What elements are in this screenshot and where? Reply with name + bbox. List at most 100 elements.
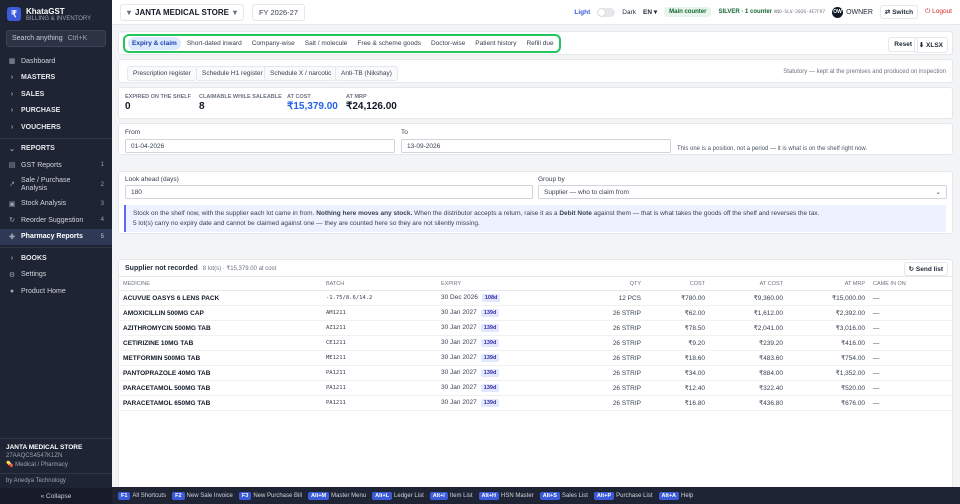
language-select[interactable]: EN ▾: [643, 8, 657, 16]
table-row[interactable]: AMOXICILLIN 500MG CAP AM1211 30 Jan 2027 13…: [119, 305, 952, 321]
logout-button[interactable]: ⏻ Logout: [925, 8, 952, 16]
table-row[interactable]: AZITHROMYCIN 500MG TAB AZ1211 30 Jan 2027 1…: [119, 320, 952, 336]
col-at-cost[interactable]: AT COST: [709, 276, 787, 291]
sidebar-item-settings[interactable]: ⚙ Settings: [0, 267, 112, 284]
chevron-right-icon: ›: [10, 90, 14, 98]
table-row[interactable]: CETIRIZINE 10MG TAB CE1211 30 Jan 2027 139d…: [119, 335, 952, 351]
shortcut-item[interactable]: Alt+M Master Menu: [308, 491, 366, 500]
table-row[interactable]: PANTOPRAZOLE 40MG TAB PA1211 30 Jan 2027 13…: [119, 365, 952, 381]
sidebar-item-reorder-suggestion[interactable]: ↻ Reorder Suggestion 4: [0, 212, 112, 229]
tab-salt-molecule[interactable]: Salt / molecule: [301, 37, 352, 50]
avatar: OW: [832, 6, 844, 18]
search-placeholder: Search anything: [12, 35, 63, 42]
sidebar-section-sales[interactable]: › SALES: [0, 86, 112, 103]
sidebar-item-pharmacy-reports[interactable]: ✚ Pharmacy Reports 5: [0, 228, 112, 245]
col-qty[interactable]: QTY: [537, 276, 645, 291]
table-row[interactable]: PARACETAMOL 500MG TAB PA1211 30 Jan 2027 13…: [119, 380, 952, 396]
col-at-mrp[interactable]: AT MRP: [787, 276, 869, 291]
batch-cell: CE1211: [322, 335, 437, 351]
cost-cell: ₹9.20: [645, 335, 709, 351]
group-summary: 8 lot(s) · ₹15,379.00 at cost: [202, 265, 277, 272]
to-date-input[interactable]: 13-09-2026: [401, 139, 671, 153]
tab-doctor-wise[interactable]: Doctor-wise: [427, 37, 469, 50]
sidebar-section-vouchers[interactable]: › VOUCHERS: [0, 119, 112, 136]
table-row[interactable]: ACUVUE OASYS 6 LENS PACK -1.75/8.6/14.2 30…: [119, 290, 952, 306]
shortcut-item[interactable]: Alt+P Purchase List: [593, 491, 653, 500]
came-in-cell: —: [869, 365, 952, 381]
sidebar-section-purchase[interactable]: › PURCHASE: [0, 103, 112, 120]
shortcut-key: Alt+M: [308, 491, 330, 500]
col-cost[interactable]: COST: [645, 276, 709, 291]
medicine-cell: PANTOPRAZOLE 40MG TAB: [119, 365, 322, 381]
tab-short-dated-inward[interactable]: Short-dated inward: [183, 37, 246, 50]
search-shortcut: Ctrl+K: [67, 35, 88, 42]
cost-cell: ₹18.60: [645, 350, 709, 366]
store-type-label: Medical / Pharmacy: [15, 462, 68, 468]
sidebar-item-gst-reports[interactable]: ▤ GST Reports 1: [0, 157, 112, 174]
registers-note: Statutory — kept at the premises and pro…: [783, 69, 946, 75]
tab-patient-history[interactable]: Patient history: [471, 37, 520, 50]
user-menu[interactable]: OW OWNER: [832, 6, 873, 18]
info-text: When the distributor accepts a return, r…: [414, 210, 558, 217]
theme-toggle[interactable]: [597, 7, 616, 17]
sidebar-item-sale-purchase-analysis[interactable]: ↗ Sale / Purchase Analysis 2: [0, 174, 112, 196]
col-batch[interactable]: BATCH: [322, 276, 437, 291]
box-icon: ▣: [8, 200, 16, 208]
store-selector[interactable]: ▾ JANTA MEDICAL STORE ▾: [120, 3, 244, 21]
shortcut-item[interactable]: F3 New Purchase Bill: [238, 491, 302, 500]
shortcut-item[interactable]: Alt+L Ledger List: [372, 491, 424, 500]
at-mrp-cell: ₹1,352.00: [787, 365, 869, 381]
lookahead-input[interactable]: 180: [125, 185, 533, 199]
col-expiry[interactable]: EXPIRY: [437, 276, 537, 291]
expiry-cell: 30 Jan 2027 139d: [437, 365, 537, 381]
shortcut-key: Alt+S: [539, 491, 560, 500]
switch-button[interactable]: ⇄ Switch: [879, 5, 919, 19]
sidebar-section-masters[interactable]: › MASTERS: [0, 70, 112, 87]
sidebar-section-books[interactable]: › BOOKS: [0, 250, 112, 267]
col-came-in-on[interactable]: CAME IN ON: [869, 276, 952, 291]
group-by-select[interactable]: Supplier — who to claim from ⌄: [538, 185, 947, 199]
table-row[interactable]: METFORMIN 500MG TAB ME1211 30 Jan 2027 139d…: [119, 350, 952, 366]
cost-cell: ₹16.80: [645, 395, 709, 411]
search-input[interactable]: Search anything Ctrl+K: [6, 30, 106, 47]
language-label: EN: [643, 9, 653, 16]
register-prescription[interactable]: Prescription register: [127, 66, 197, 81]
tab-company-wise[interactable]: Company-wise: [248, 37, 299, 50]
expiry-date: 30 Jan 2027: [441, 309, 477, 316]
tab-free-scheme-goods[interactable]: Free & scheme goods: [353, 37, 425, 50]
info-text-bold: Nothing here moves any stock.: [316, 210, 413, 217]
register-schedule-x[interactable]: Schedule X / narcotic: [264, 66, 338, 81]
shortcut-item[interactable]: F2 New Sale Invoice: [172, 491, 233, 500]
expiry-date: 30 Jan 2027: [441, 384, 477, 391]
fy-selector[interactable]: FY 2026-27: [251, 3, 306, 21]
register-anti-tb[interactable]: Anti-TB (Nikshay): [335, 66, 398, 81]
sidebar-section-reports[interactable]: ⌄ REPORTS: [0, 141, 112, 158]
sidebar-item-count: 5: [100, 233, 104, 240]
shortcut-item[interactable]: F1 All Shortcuts: [118, 491, 166, 500]
chevron-down-icon: ▾: [232, 7, 237, 17]
sidebar-item-label: VOUCHERS: [21, 123, 61, 131]
collapse-button[interactable]: « Collapse: [0, 488, 112, 504]
tab-refill-due[interactable]: Refill due: [522, 37, 557, 50]
brand[interactable]: ₹ KhataGST BILLING & INVENTORY: [0, 0, 112, 28]
sidebar-item-dashboard[interactable]: ▦ Dashboard: [0, 53, 112, 70]
at-mrp-cell: ₹754.00: [787, 350, 869, 366]
send-list-button[interactable]: ↻ Send list: [903, 262, 948, 276]
qty-cell: 26 STRIP: [537, 350, 645, 366]
export-xlsx-button[interactable]: ⬇ XLSX: [913, 37, 948, 53]
register-schedule-h1[interactable]: Schedule H1 register: [196, 66, 269, 81]
shortcut-item[interactable]: Alt+S Sales List: [539, 491, 588, 500]
shortcut-key: F2: [172, 491, 185, 500]
from-date-input[interactable]: 01-04-2026: [125, 139, 395, 153]
shortcut-item[interactable]: Alt+I Item List: [429, 491, 473, 500]
store-type: 💊 Medical / Pharmacy: [6, 461, 106, 468]
tab-expiry-claim[interactable]: Expiry & claim: [128, 37, 181, 50]
sidebar-item-product-home[interactable]: ● Product Home: [0, 283, 112, 300]
at-cost-cell: ₹322.40: [709, 380, 787, 396]
table-row[interactable]: PARACETAMOL 650MG TAB PA1211 30 Jan 2027 13…: [119, 395, 952, 411]
shortcut-item[interactable]: Alt+H HSN Master: [478, 491, 534, 500]
days-left-badge: 139d: [480, 324, 500, 332]
col-medicine[interactable]: MEDICINE: [119, 276, 322, 291]
sidebar-item-stock-analysis[interactable]: ▣ Stock Analysis 3: [0, 196, 112, 213]
shortcut-item[interactable]: Alt+A Help: [658, 491, 693, 500]
